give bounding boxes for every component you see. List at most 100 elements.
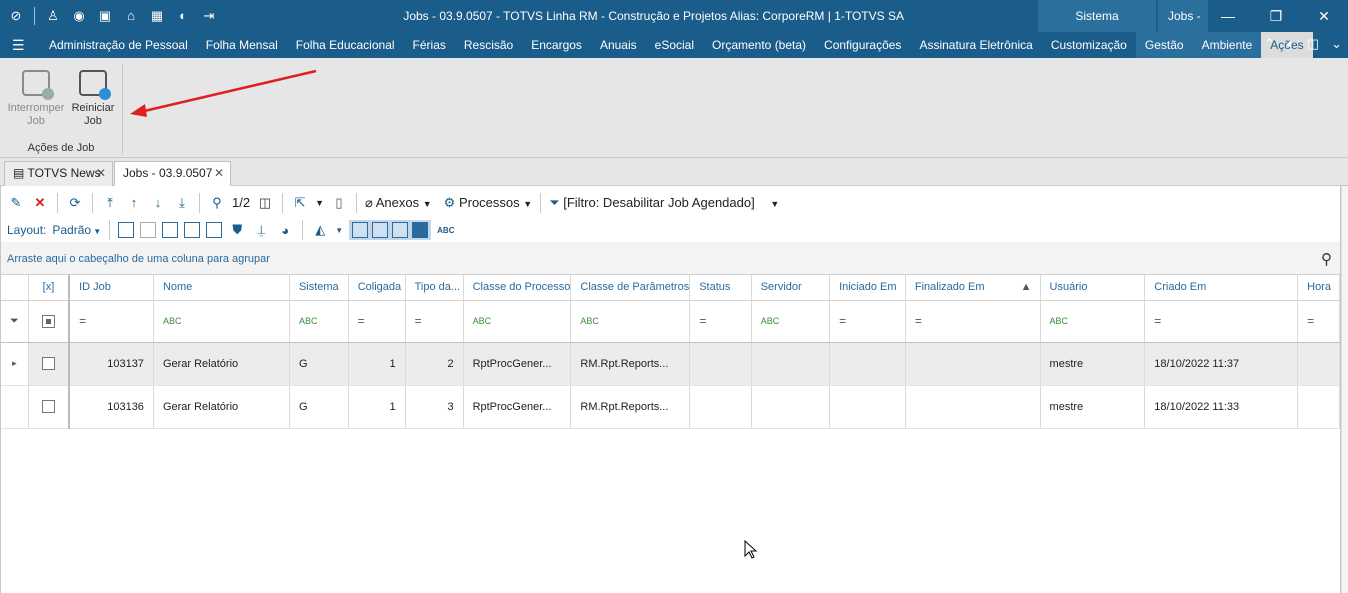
column-header-status[interactable]: Status	[689, 275, 752, 301]
filter-cell-id[interactable]: =	[69, 300, 154, 343]
menu-item-esocial[interactable]: eSocial	[646, 32, 703, 58]
cell-hora[interactable]	[1297, 342, 1340, 386]
shapes-icon[interactable]: ◕	[276, 221, 294, 239]
last-record-icon[interactable]: ⤓	[173, 194, 191, 212]
cell-classe-processo[interactable]: RptProcGener...	[463, 385, 572, 429]
menu-item-administracao[interactable]: Administração de Pessoal	[40, 32, 197, 58]
restore-icon[interactable]: ❐	[1252, 0, 1300, 32]
cell-coligada[interactable]: 1	[348, 342, 406, 386]
menu-item-gestao[interactable]: Gestão	[1135, 32, 1193, 58]
menu-item-assinatura[interactable]: Assinatura Eletrônica	[910, 32, 1041, 58]
cell-usuario[interactable]: mestre	[1040, 342, 1146, 386]
filter-cell-coligada[interactable]: =	[348, 300, 406, 343]
column-header-coligada[interactable]: Coligada	[348, 275, 406, 301]
close-tab-icon[interactable]: ✕	[214, 162, 224, 185]
view-footer-icon[interactable]	[352, 222, 369, 238]
more-icon[interactable]: ⌄	[1331, 36, 1342, 52]
column-header-usuario[interactable]: Usuário	[1040, 275, 1146, 301]
filter-cell-tipo[interactable]: =	[405, 300, 464, 343]
cell-sistema[interactable]: G	[289, 385, 349, 429]
tab-totvs-news[interactable]: ▤ TOTVS News ✕	[4, 161, 113, 186]
group-by-area[interactable]: Arraste aqui o cabeçalho de uma coluna p…	[1, 242, 1340, 275]
cell-nome[interactable]: Gerar Relatório	[153, 385, 290, 429]
first-record-icon[interactable]: ⤒	[101, 194, 119, 212]
menu-item-configuracoes[interactable]: Configurações	[815, 32, 910, 58]
column-header-select[interactable]: [x]	[28, 275, 71, 301]
filter-cell-iniciado[interactable]: =	[829, 300, 906, 343]
filter-cell-usuario[interactable]: ABC	[1040, 300, 1146, 343]
menu-item-folha-mensal[interactable]: Folha Mensal	[197, 32, 287, 58]
context-tab-sistema[interactable]: Sistema	[1038, 0, 1156, 32]
move-down-icon[interactable]	[206, 222, 223, 238]
cell-iniciado[interactable]	[829, 342, 906, 386]
column-header-hora[interactable]: Hora	[1297, 275, 1340, 301]
cell-classe-processo[interactable]: RptProcGener...	[463, 342, 572, 386]
reiniciar-job-button[interactable]: Reiniciar Job	[62, 70, 124, 128]
interromper-job-button[interactable]: Interromper Job	[5, 70, 67, 128]
view-header-icon[interactable]	[392, 222, 409, 238]
cell-coligada[interactable]: 1	[348, 385, 406, 429]
columns-icon[interactable]: ◫	[256, 194, 274, 212]
layout-select[interactable]: Padrão ▼	[52, 223, 101, 237]
cell-id[interactable]: 103136	[69, 385, 154, 429]
cell-servidor[interactable]	[751, 385, 831, 429]
search-icon[interactable]: ⚲	[1321, 242, 1332, 277]
context-tab-jobs[interactable]: Jobs -	[1158, 0, 1208, 32]
help-icon[interactable]: ◐	[1287, 36, 1295, 52]
collapse-ribbon-icon[interactable]: ⌃	[1264, 36, 1275, 52]
column-header-servidor[interactable]: Servidor	[751, 275, 831, 301]
hamburger-icon[interactable]: ☰	[12, 37, 25, 54]
cell-criado[interactable]: 18/10/2022 11:33	[1144, 385, 1299, 429]
cell-hora[interactable]	[1297, 385, 1340, 429]
view-split-icon[interactable]	[372, 222, 389, 238]
menu-item-ambiente[interactable]: Ambiente	[1192, 32, 1262, 58]
close-icon[interactable]: ✕	[1300, 0, 1348, 32]
spellcheck-icon[interactable]: ABC	[437, 226, 454, 235]
filter-select-cell[interactable]	[28, 300, 71, 343]
cell-servidor[interactable]	[751, 342, 831, 386]
filter-cell-sistema[interactable]: ABC	[289, 300, 349, 343]
filter-cell-hora[interactable]: =	[1297, 300, 1340, 343]
menu-item-folha-educacional[interactable]: Folha Educacional	[287, 32, 404, 58]
column-header-id[interactable]: ID Job	[69, 275, 154, 301]
search-icon[interactable]: ⚲	[208, 194, 226, 212]
wrap-icon[interactable]	[162, 222, 179, 238]
cell-nome[interactable]: Gerar Relatório	[153, 342, 290, 386]
filter-cell-nome[interactable]: ABC	[153, 300, 290, 343]
select-all-checkbox[interactable]	[41, 314, 55, 328]
row-select-cell[interactable]	[28, 385, 71, 429]
add-row-icon[interactable]	[118, 222, 135, 238]
column-header-classe-processo[interactable]: Classe do Processo	[463, 275, 572, 301]
tab-jobs[interactable]: Jobs - 03.9.0507 ✕	[114, 161, 231, 186]
row-checkbox[interactable]	[41, 357, 55, 370]
filter-icon[interactable]: ⏷	[1, 300, 29, 343]
refresh-icon[interactable]: ⟳	[66, 194, 84, 212]
menu-item-orcamento[interactable]: Orçamento (beta)	[703, 32, 815, 58]
filter-menu[interactable]: ⏷ [Filtro: Desabilitar Job Agendado] ▼	[549, 195, 779, 211]
filter-cell-classe-processo[interactable]: ABC	[463, 300, 572, 343]
view-band-icon[interactable]	[412, 222, 429, 238]
previous-record-icon[interactable]: ↑	[125, 194, 143, 212]
menu-item-rescisao[interactable]: Rescisão	[455, 32, 522, 58]
filter-cell-finalizado[interactable]: =	[905, 300, 1041, 343]
chevron-down-icon[interactable]: ▼	[335, 226, 343, 235]
table-row[interactable]: ▸ 103137 Gerar Relatório G 1 2 RptProcGe…	[1, 342, 1340, 386]
column-header-iniciado[interactable]: Iniciado Em	[829, 275, 906, 301]
delete-icon[interactable]: ✕	[31, 194, 49, 212]
vertical-scrollbar[interactable]	[1341, 186, 1348, 593]
filter-cell-criado[interactable]: =	[1144, 300, 1299, 343]
minimize-icon[interactable]: —	[1204, 0, 1252, 32]
menu-item-encargos[interactable]: Encargos	[522, 32, 591, 58]
paint-icon[interactable]: ⛊	[228, 221, 246, 239]
pin-icon[interactable]: ⍊	[252, 221, 270, 239]
row-select-cell[interactable]	[28, 342, 71, 386]
close-tab-icon[interactable]: ✕	[96, 162, 106, 185]
column-header-classe-parametros[interactable]: Classe de Parâmetros	[570, 275, 691, 301]
filter-cell-servidor[interactable]: ABC	[751, 300, 831, 343]
row-checkbox[interactable]	[41, 400, 55, 413]
cell-usuario[interactable]: mestre	[1040, 385, 1146, 429]
processos-menu[interactable]: ⚙ Processos ▼	[444, 195, 533, 211]
next-record-icon[interactable]: ↓	[149, 194, 167, 212]
table-row[interactable]: 103136 Gerar Relatório G 1 3 RptProcGene…	[1, 385, 1340, 429]
report-icon[interactable]: ▯	[330, 194, 348, 212]
